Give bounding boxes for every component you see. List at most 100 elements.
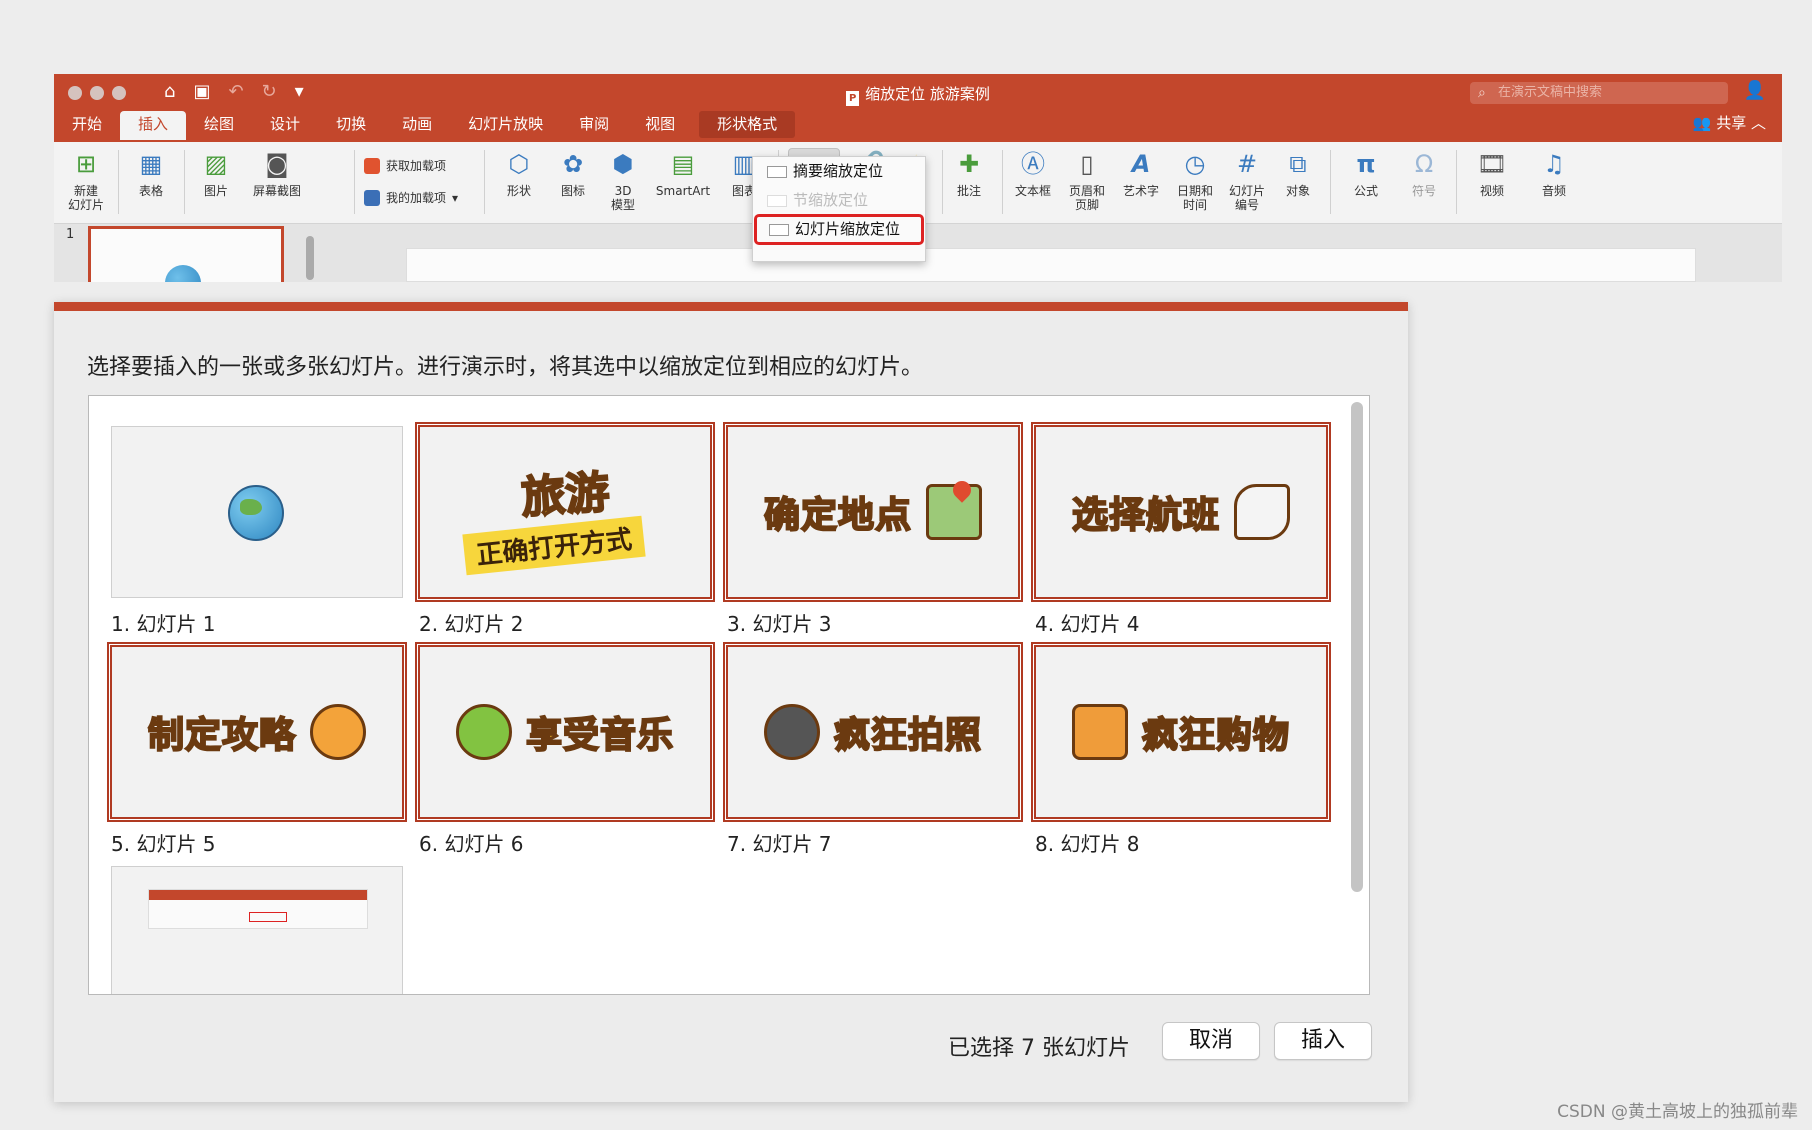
collapse-ribbon-icon[interactable]: ︿: [1751, 114, 1766, 132]
slide-number-label: 幻灯片 编号: [1228, 184, 1265, 212]
my-addins-button[interactable]: 我的加载项 ▾: [364, 182, 458, 214]
tab-view[interactable]: 视图: [627, 111, 693, 140]
tab-slideshow[interactable]: 幻灯片放映: [450, 111, 561, 140]
slide-option-8[interactable]: 疯狂购物 8. 幻灯片 8: [1031, 642, 1331, 857]
slide-art-text: 疯狂拍照: [833, 714, 982, 757]
3d-models-button[interactable]: ⬢ 3D 模型: [600, 148, 646, 212]
slide-number-icon: #: [1236, 150, 1258, 178]
video-button[interactable]: 🎞 视频: [1464, 148, 1520, 198]
profile-icon[interactable]: 👤: [1744, 80, 1766, 101]
tab-shape-format[interactable]: 形状格式: [699, 111, 796, 138]
section-zoom-menu-item[interactable]: 节缩放定位: [753, 186, 925, 215]
slide-thumbnail[interactable]: [88, 226, 284, 282]
cancel-button[interactable]: 取消: [1162, 1022, 1260, 1060]
get-addins-button[interactable]: 获取加载项: [364, 150, 458, 182]
film-icon: 🎞: [1476, 150, 1508, 178]
slide-option-2[interactable]: 旅游 正确打开方式 2. 幻灯片 2: [415, 422, 715, 637]
slide-option-3[interactable]: 确定地点 3. 幻灯片 3: [723, 422, 1023, 637]
wordart-button[interactable]: A 艺术字: [1116, 148, 1166, 198]
video-label: 视频: [1479, 184, 1504, 198]
symbol-button[interactable]: Ω 符号: [1398, 148, 1450, 198]
dialog-instruction: 选择要插入的一张或多张幻灯片。进行演示时，将其选中以缩放定位到相应的幻灯片。: [87, 355, 924, 380]
shapes-button[interactable]: ⬡ 形状: [494, 148, 544, 198]
screenshot-button[interactable]: ◙ 屏幕截图: [244, 148, 310, 198]
new-slide-button[interactable]: ⊞ 新建 幻灯片: [62, 148, 110, 212]
screenshot-label: 屏幕截图: [252, 184, 301, 198]
tab-review[interactable]: 审阅: [561, 111, 627, 140]
slide-thumbnail-9[interactable]: [111, 866, 403, 994]
audio-label: 音频: [1541, 184, 1566, 198]
header-footer-label: 页眉和 页脚: [1068, 184, 1105, 212]
slide-thumbnail-8[interactable]: 疯狂购物: [1031, 642, 1331, 822]
equation-button[interactable]: π 公式: [1338, 148, 1394, 198]
slide-option-1[interactable]: 1. 幻灯片 1: [111, 426, 403, 637]
object-icon: ⧉: [1289, 150, 1307, 178]
slide-zoom-menu-item[interactable]: 幻灯片缩放定位: [754, 214, 924, 245]
map-pin-icon: [926, 477, 982, 540]
audio-button[interactable]: ♫ 音频: [1526, 148, 1582, 198]
summary-zoom-label: 摘要缩放定位: [793, 162, 884, 180]
slide-label-2: 2. 幻灯片 2: [419, 612, 524, 636]
table-button[interactable]: ▦ 表格: [126, 148, 176, 198]
wordart-icon: A: [1131, 150, 1151, 178]
slide-thumbnail-1[interactable]: [111, 426, 403, 598]
slide-option-7[interactable]: 疯狂拍照 7. 幻灯片 7: [723, 642, 1023, 857]
addins-group: 获取加载项 我的加载项 ▾: [364, 150, 458, 214]
globe-icon: [165, 265, 201, 282]
slide-thumbnail-4[interactable]: 选择航班: [1031, 422, 1331, 602]
textbox-button[interactable]: Ⓐ 文本框: [1008, 148, 1058, 198]
wordart-label: 艺术字: [1122, 184, 1159, 198]
picture-button[interactable]: ▨ 图片: [192, 148, 240, 198]
omega-icon: Ω: [1414, 150, 1434, 178]
camera-icon: [763, 704, 820, 760]
datetime-label: 日期和 时间: [1176, 184, 1213, 212]
comment-button[interactable]: ✚ 批注: [944, 148, 994, 198]
slide-picker-panel[interactable]: 1. 幻灯片 1 旅游 正确打开方式 2. 幻灯片 2 确定地点 3. 幻灯片 …: [88, 395, 1370, 995]
tab-design[interactable]: 设计: [252, 111, 318, 140]
comment-label: 批注: [956, 184, 981, 198]
search-input[interactable]: ⌕ 在演示文稿中搜索: [1470, 82, 1728, 104]
tab-transitions[interactable]: 切换: [318, 111, 384, 140]
slide-option-4[interactable]: 选择航班 4. 幻灯片 4: [1031, 422, 1331, 637]
cube-3d-icon: ⬢: [612, 150, 634, 178]
slide-thumbnail-2[interactable]: 旅游 正确打开方式: [415, 422, 715, 602]
tab-insert[interactable]: 插入: [120, 111, 187, 140]
slide-label-6: 6. 幻灯片 6: [419, 832, 524, 856]
guitar-icon: [455, 704, 512, 760]
slide-number-button[interactable]: # 幻灯片 编号: [1222, 148, 1272, 212]
slide-thumbnail-5[interactable]: 制定攻略: [107, 642, 407, 822]
slide-option-6[interactable]: 享受音乐 6. 幻灯片 6: [415, 642, 715, 857]
header-footer-button[interactable]: ▯ 页眉和 页脚: [1062, 148, 1112, 212]
slide-art-text: 确定地点: [763, 494, 912, 537]
slide-art-text: 享受音乐: [525, 714, 674, 757]
slide-thumbnail-3[interactable]: 确定地点: [723, 422, 1023, 602]
slide-canvas[interactable]: [406, 248, 1696, 282]
tab-animations[interactable]: 动画: [384, 111, 450, 140]
airplane-icon: [1234, 484, 1290, 540]
slide-thumbnail-7[interactable]: 疯狂拍照: [723, 642, 1023, 822]
selection-status: 已选择 7 张幻灯片: [948, 1036, 1130, 1061]
icons-button[interactable]: ✿ 图标: [548, 148, 598, 198]
datetime-button[interactable]: ◷ 日期和 时间: [1170, 148, 1220, 212]
slide-option-5[interactable]: 制定攻略 5. 幻灯片 5: [107, 642, 407, 857]
slide-label-7: 7. 幻灯片 7: [727, 832, 832, 856]
smartart-button[interactable]: ▤ SmartArt: [650, 148, 716, 198]
insert-button[interactable]: 插入: [1274, 1022, 1372, 1060]
share-label: 共享: [1716, 114, 1747, 132]
slide-option-9[interactable]: [111, 866, 403, 994]
slide-art-text: 选择航班: [1071, 494, 1220, 537]
shopping-bag-icon: [1071, 704, 1128, 760]
summary-zoom-menu-item[interactable]: 摘要缩放定位: [753, 157, 925, 186]
new-slide-icon: ⊞: [75, 150, 97, 178]
tab-home[interactable]: 开始: [54, 111, 120, 140]
table-label: 表格: [138, 184, 163, 198]
pptx-file-icon: P: [846, 91, 860, 106]
thumbnail-scrollbar[interactable]: [306, 236, 314, 280]
object-button[interactable]: ⧉ 对象: [1274, 148, 1322, 198]
slide-thumbnail-6[interactable]: 享受音乐: [415, 642, 715, 822]
slide-picker-scrollbar[interactable]: [1351, 402, 1363, 892]
tab-draw[interactable]: 绘图: [186, 111, 252, 140]
ribbon-tabs: 开始 插入 绘图 设计 切换 动画 幻灯片放映 审阅 视图 形状格式: [54, 107, 796, 140]
share-button[interactable]: 👥 共享 ︿: [1693, 112, 1766, 133]
slide-thumbnail-number: 1: [66, 227, 75, 242]
